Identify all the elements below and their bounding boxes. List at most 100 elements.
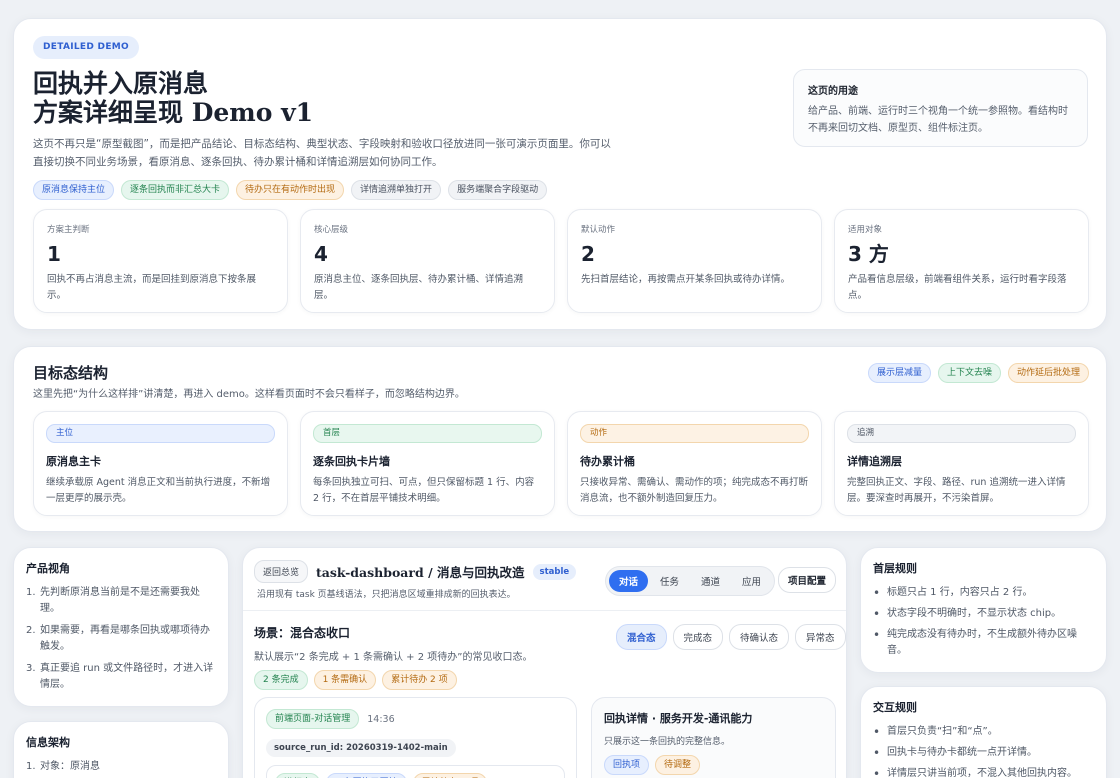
project-config-button[interactable]: 项目配置 <box>778 567 837 593</box>
structure-tag: 动作延后批处理 <box>1007 363 1089 383</box>
stat-desc: 先扫首层结论，再按需点开某条回执或待办详情。 <box>581 274 791 285</box>
product-view-title: 产品视角 <box>26 562 70 575</box>
info-arch-title: 信息架构 <box>26 736 70 749</box>
message-status-tag: 累计待办 2 项 <box>412 773 488 778</box>
layer-title: 详情追溯层 <box>847 455 902 468</box>
layer-card: 首层 逐条回执卡片墙 每条回执独立可扫、可点，但只保留标题 1 行、内容 2 行，不… <box>300 411 555 516</box>
demo-divider <box>243 610 846 611</box>
list-text: 先判断原消息当前是不是还需要我处理。 <box>40 587 200 614</box>
hero-tag: 详情追溯单独打开 <box>351 180 442 200</box>
list-text: 纯完成态没有待办时，不生成额外待办区噪音。 <box>887 629 1077 656</box>
target-structure-section: 目标态结构 这里先把“为什么这样排”讲清楚，再进入 demo。这样看页面时不会只… <box>13 346 1107 532</box>
scene-tab[interactable]: 异常态 <box>795 624 846 650</box>
structure-tag: 上下文去噪 <box>937 363 1001 383</box>
info-arch-list: 1. 对象：原消息 <box>26 759 216 775</box>
purpose-card: 这页的用途 给产品、前端、运行时三个视角一个统一参照物。看结构时不再来回切文档、… <box>793 69 1088 147</box>
scene-tab[interactable]: 完成态 <box>672 624 724 650</box>
page-title-line1: 回执并入原消息 <box>33 69 209 98</box>
purpose-body: 给产品、前端、运行时三个视角一个统一参照物。看结构时不再来回切文档、原型页、组件… <box>808 106 1068 134</box>
hero-tag: 服务端聚合字段驱动 <box>448 180 548 200</box>
stat-desc: 原消息主位、逐条回执层、待办累计桶、详情追溯层。 <box>314 274 524 301</box>
interaction-rule: • 详情层只讲当前项，不混入其他回执内容。 <box>873 766 1094 778</box>
interaction-rule: • 回执卡与待办卡都统一点开详情。 <box>873 745 1094 761</box>
interaction-rule: • 首层只负责“扫”和“点”。 <box>873 724 1094 740</box>
stat-label: 核心层级 <box>314 225 349 235</box>
layer-tag: 动作 <box>580 424 809 443</box>
scene-tab[interactable]: 待确认态 <box>729 624 790 650</box>
hero-tag: 逐条回执而非汇总大卡 <box>121 180 230 200</box>
demo-tab[interactable]: 通道 <box>691 570 730 592</box>
scene-tag: 累计待办 2 项 <box>382 670 457 690</box>
info-arch-card: 信息架构 1. 对象：原消息 <box>13 721 229 778</box>
demo-panel: 返回总览 task-dashboard / 消息与回执改造 stable 沿用现… <box>242 547 847 778</box>
stat-label: 默认动作 <box>581 225 616 235</box>
receipt-detail-tags: 回执项 待调整 <box>604 755 823 775</box>
hero-tag: 待办只在有动作时出现 <box>236 180 345 200</box>
receipt-detail-tag: 待调整 <box>655 755 701 775</box>
message-status-row: 进行中 3 条回执已回挂累计待办 2 项 <box>266 765 565 778</box>
stat-value: 1 <box>47 242 61 266</box>
receipt-detail-subtitle: 只展示这一条回执的完整信息。 <box>604 737 731 747</box>
message-status-tag: 3 条回执已回挂 <box>326 773 407 778</box>
list-number: 3. <box>26 663 36 674</box>
detailed-demo-badge: DETAILED DEMO <box>33 36 139 59</box>
demo-tab-bar: 对话 任务 通道 应用 <box>605 566 776 596</box>
scene-tag: 1 条需确认 <box>313 670 377 690</box>
product-view-item: 3. 真正要追 run 或文件路径时，才进入详情层。 <box>26 661 216 693</box>
first-layer-rules-title: 首层规则 <box>873 562 917 575</box>
source-run-id: source_run_id: 20260319-1402-main <box>266 739 456 757</box>
demo-tab[interactable]: 对话 <box>609 570 649 592</box>
list-text: 标题只占 1 行，内容只占 2 行。 <box>887 587 1033 598</box>
scene-title: 场景：混合态收口 <box>254 626 351 640</box>
stat-card: 默认动作 2 先扫首层结论，再按需点开某条回执或待办详情。 <box>567 209 822 313</box>
stat-card: 适用对象 3 方 产品看信息层级，前端看组件关系，运行时看字段落点。 <box>834 209 1089 313</box>
list-text: 如果需要，再看是哪条回执或哪项待办触发。 <box>40 625 210 652</box>
stat-desc: 回执不再占消息主流，而是回挂到原消息下按条展示。 <box>47 274 257 301</box>
demo-subtitle: 沿用现有 task 页基线语法，只把消息区域重排成新的回执表达。 <box>257 590 516 600</box>
stat-label: 方案主判断 <box>47 225 90 235</box>
product-view-item: 1. 先判断原消息当前是不是还需要我处理。 <box>26 585 216 617</box>
interaction-rules-card: 交互规则 • 首层只负责“扫”和“点”。 • 回执卡与待办卡都统一点开详情。 • 详情层只… <box>860 686 1107 778</box>
hero-tag: 原消息保持主位 <box>33 180 115 200</box>
stat-card: 核心层级 4 原消息主位、逐条回执层、待办累计桶、详情追溯层。 <box>300 209 555 313</box>
interaction-rules-list: • 首层只负责“扫”和“点”。 • 回执卡与待办卡都统一点开详情。 • 详情层只讲当前项，… <box>873 724 1094 778</box>
hero-section: DETAILED DEMO 回执并入原消息 方案详细呈现 Demo v1 这页不… <box>13 18 1107 330</box>
demo-tab[interactable]: 应用 <box>732 570 771 592</box>
back-to-overview-button[interactable]: 返回总览 <box>254 560 309 583</box>
scene-tab[interactable]: 混合态 <box>616 624 667 650</box>
list-text: 首层只负责“扫”和“点”。 <box>887 726 998 737</box>
stat-cards: 方案主判断 1 回执不再占消息主流，而是回挂到原消息下按条展示。 核心层级 4 … <box>33 209 1089 313</box>
demo-tab[interactable]: 任务 <box>650 570 689 592</box>
list-number: 1. <box>26 761 36 772</box>
receipt-detail-tag: 回执项 <box>604 755 650 775</box>
list-text: 详情层只讲当前项，不混入其他回执内容。 <box>887 768 1077 778</box>
interaction-rules-title: 交互规则 <box>873 701 917 714</box>
message-status-tag: 进行中 <box>275 773 321 778</box>
structure-tag-list: 展示层减量 上下文去噪 动作延后批处理 <box>867 363 1089 383</box>
layer-desc: 完整回执正文、字段、路径、run 追溯统一进入详情层。要深查时再展开，不污染首屏… <box>847 477 1066 504</box>
bullet-dot-icon: • <box>873 767 881 778</box>
scene-description: 默认展示“2 条完成 + 1 条需确认 + 2 项待办”的常见收口态。 <box>254 652 533 663</box>
layer-card: 动作 待办累计桶 只接收异常、需确认、需动作的项；纯完成态不再打断消息流，也不额外制… <box>567 411 822 516</box>
bullet-dot-icon: • <box>873 607 881 621</box>
hero-description: 这页不再只是“原型截图”，而是把产品结论、目标态结构、典型状态、字段映射和验收口… <box>33 138 611 168</box>
receipt-detail-card: 回执详情 · 服务开发-通讯能力 只展示这一条回执的完整信息。 回执项 待调整 <box>591 697 836 778</box>
stat-desc: 产品看信息层级，前端看组件关系，运行时看字段落点。 <box>848 274 1067 301</box>
message-time: 14:36 <box>367 713 395 725</box>
product-view-card: 产品视角 1. 先判断原消息当前是不是还需要我处理。 2. 如果需要，再看是哪条回执或… <box>13 547 229 707</box>
message-source-tag: 前端页面-对话管理 <box>266 709 360 729</box>
bullet-dot-icon: • <box>873 725 881 739</box>
receipt-detail-title: 回执详情 · 服务开发-通讯能力 <box>604 712 753 725</box>
stat-value: 2 <box>581 242 595 266</box>
first-layer-rules-list: • 标题只占 1 行，内容只占 2 行。 • 状态字段不明确时，不显示状态 chip。… <box>873 585 1094 659</box>
list-text: 状态字段不明确时，不显示状态 chip。 <box>887 608 1062 619</box>
product-view-list: 1. 先判断原消息当前是不是还需要我处理。 2. 如果需要，再看是哪条回执或哪项待办触… <box>26 585 216 693</box>
stat-label: 适用对象 <box>848 225 883 235</box>
first-layer-rule: • 标题只占 1 行，内容只占 2 行。 <box>873 585 1094 601</box>
list-number: 1. <box>26 587 36 598</box>
layer-desc: 只接收异常、需确认、需动作的项；纯完成态不再打断消息流，也不额外制造回复压力。 <box>580 477 809 504</box>
layer-tag: 首层 <box>313 424 542 443</box>
layer-cards: 主位 原消息主卡 继续承载原 Agent 消息正文和当前执行进度，不新增一层更厚的展… <box>33 411 1089 516</box>
bullet-dot-icon: • <box>873 586 881 600</box>
message-card[interactable]: 前端页面-对话管理 14:36 source_run_id: 20260319-… <box>254 697 577 778</box>
